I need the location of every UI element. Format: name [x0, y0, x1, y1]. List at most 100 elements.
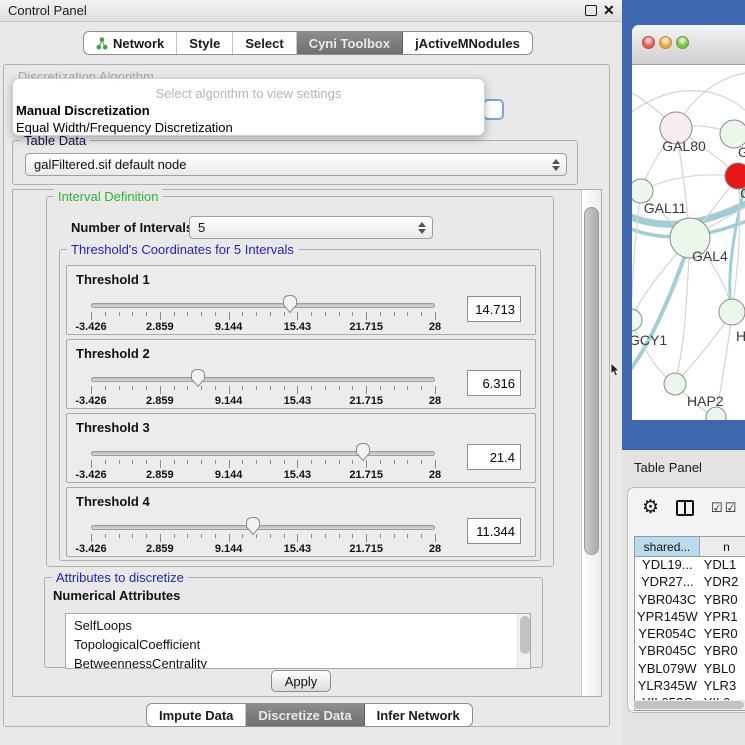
slider-track[interactable] [91, 525, 435, 530]
tab-infer-network[interactable]: Infer Network [365, 704, 472, 726]
tab-select[interactable]: Select [233, 32, 296, 54]
slider-ticks [91, 460, 435, 469]
tick-mark [435, 386, 436, 394]
tab-network[interactable]: Network [84, 32, 177, 54]
number-of-intervals-label: Number of Intervals [71, 220, 193, 235]
network-node-label: C [740, 185, 745, 201]
checkbox-icons[interactable]: ☑ ☑ [711, 500, 736, 516]
node-table: shared... n YDL19...YDL1YDR27...YDR2YBR0… [634, 536, 745, 711]
tick-mark [311, 386, 312, 390]
tick-mark [352, 534, 353, 538]
split-pane-icon[interactable] [676, 500, 694, 516]
threshold-4-slider[interactable]: -3.4262.8599.14415.4321.71528 [91, 488, 435, 558]
tab-style[interactable]: Style [177, 32, 233, 54]
tick-mark [270, 312, 271, 316]
gear-icon[interactable]: ⚙ [642, 498, 659, 517]
threshold-2-slider[interactable]: -3.4262.8599.14415.4321.71528 [91, 340, 435, 410]
horizontal-scrollbar-thumb[interactable] [634, 701, 744, 709]
list-item[interactable]: SelfLoops [74, 616, 530, 635]
apply-button[interactable]: Apply [271, 670, 331, 692]
top-tab-strip: NetworkStyleSelectCyni ToolboxjActiveMNo… [83, 31, 533, 55]
slider-tick-labels: -3.4262.8599.14415.4321.71528 [91, 395, 435, 407]
numerical-attributes-list[interactable]: SelfLoopsTopologicalCoefficientBetweenne… [65, 613, 531, 669]
zoom-traffic-light-icon[interactable] [676, 36, 689, 49]
network-edge-highlight[interactable] [632, 241, 690, 377]
table-row[interactable]: YDL19...YDL1 [635, 557, 745, 574]
tick-label: 28 [429, 543, 441, 555]
slider-thumb[interactable] [281, 293, 299, 314]
network-node[interactable] [632, 309, 642, 331]
network-node[interactable] [719, 299, 745, 325]
column-header-shared-name[interactable]: shared... [635, 537, 700, 556]
table-row[interactable]: YPR145WYPR1 [635, 609, 745, 626]
slider-thumb[interactable] [189, 367, 207, 388]
minimize-traffic-light-icon[interactable] [659, 36, 672, 49]
threshold-2-value-input[interactable] [467, 370, 521, 396]
tick-label: 15.43 [284, 543, 312, 555]
close-traffic-light-icon[interactable] [642, 36, 655, 49]
list-scrollbar[interactable] [517, 614, 530, 668]
list-item[interactable]: TopologicalCoefficient [74, 635, 530, 654]
tick-mark [297, 534, 298, 542]
network-edge[interactable] [632, 91, 745, 120]
tick-mark [325, 460, 326, 464]
table-data-combobox[interactable]: galFiltered.sif default node [25, 153, 567, 176]
slider-thumb[interactable] [244, 515, 262, 536]
tick-mark [229, 312, 230, 320]
threshold-3-value-input[interactable] [467, 444, 521, 470]
table-panel-title: Table Panel [634, 460, 702, 475]
algorithm-combobox[interactable] [483, 99, 504, 120]
table-row[interactable]: YLR345WYLR3 [635, 678, 745, 695]
network-node[interactable] [664, 373, 686, 395]
tab-cyni-toolbox[interactable]: Cyni Toolbox [297, 32, 403, 54]
checked-checkbox-icon[interactable]: ☑ [725, 500, 737, 516]
threshold-4-value-input[interactable] [467, 518, 521, 544]
table-row[interactable]: YBR045CYBR0 [635, 643, 745, 660]
column-header-name[interactable]: n [700, 537, 745, 556]
tick-label: 15.43 [284, 395, 312, 407]
tab-jactivemnodules[interactable]: jActiveMNodules [403, 32, 532, 54]
dropdown-option-manual-discretization[interactable]: Manual Discretization [16, 103, 150, 118]
tick-mark [160, 534, 161, 542]
thresholds-legend: Threshold's Coordinates for 5 Intervals [67, 242, 298, 257]
threshold-3-slider[interactable]: -3.4262.8599.14415.4321.71528 [91, 414, 435, 484]
slider-track[interactable] [91, 303, 435, 308]
table-rows: YDL19...YDL1YDR27...YDR2YBR043CYBR0YPR14… [634, 556, 745, 711]
network-edge[interactable] [632, 191, 641, 320]
thresholds-fieldset: Threshold's Coordinates for 5 Intervals … [59, 249, 541, 561]
vertical-scrollbar[interactable] [581, 190, 601, 696]
tick-mark [270, 460, 271, 464]
slider-ticks [91, 386, 435, 395]
tick-label: 15.43 [284, 469, 312, 481]
tick-mark [119, 386, 120, 390]
slider-thumb[interactable] [354, 441, 372, 462]
float-window-icon[interactable] [585, 5, 597, 16]
slider-track[interactable] [91, 377, 435, 382]
threshold-1-slider[interactable]: -3.4262.8599.14415.4321.71528 [91, 266, 435, 336]
tick-mark [380, 312, 381, 316]
table-row[interactable]: YDR27...YDR2 [635, 574, 745, 591]
tick-mark [160, 460, 161, 468]
tick-mark [105, 534, 106, 538]
close-icon[interactable]: ✕ [603, 2, 615, 19]
slider-track[interactable] [91, 451, 435, 456]
tab-discretize-data[interactable]: Discretize Data [246, 704, 364, 726]
list-item[interactable]: BetweennessCentrality [74, 654, 530, 669]
number-of-intervals-combobox[interactable]: 5 [189, 216, 433, 239]
table-row[interactable]: YER054CYER0 [635, 626, 745, 643]
network-canvas[interactable]: GAL80GACGAL11GAL4GCY1HHAP2 [632, 65, 745, 420]
tab-impute-data[interactable]: Impute Data [147, 704, 246, 726]
threshold-1-value-input[interactable] [467, 296, 521, 322]
network-edge[interactable] [641, 175, 738, 191]
checked-checkbox-icon[interactable]: ☑ [711, 500, 723, 516]
tick-mark [256, 460, 257, 464]
horizontal-scrollbar[interactable] [633, 700, 745, 710]
tick-mark [366, 386, 367, 394]
dropdown-option-equal-width[interactable]: Equal Width/Frequency Discretization [16, 120, 233, 135]
cell-shared-name: YBR045C [635, 643, 700, 660]
vertical-scrollbar-thumb[interactable] [584, 207, 599, 555]
list-scrollbar-thumb[interactable] [520, 616, 530, 654]
table-row[interactable]: YBL079WYBL0 [635, 661, 745, 678]
tick-label: -3.426 [75, 469, 106, 481]
table-row[interactable]: YBR043CYBR0 [635, 592, 745, 609]
